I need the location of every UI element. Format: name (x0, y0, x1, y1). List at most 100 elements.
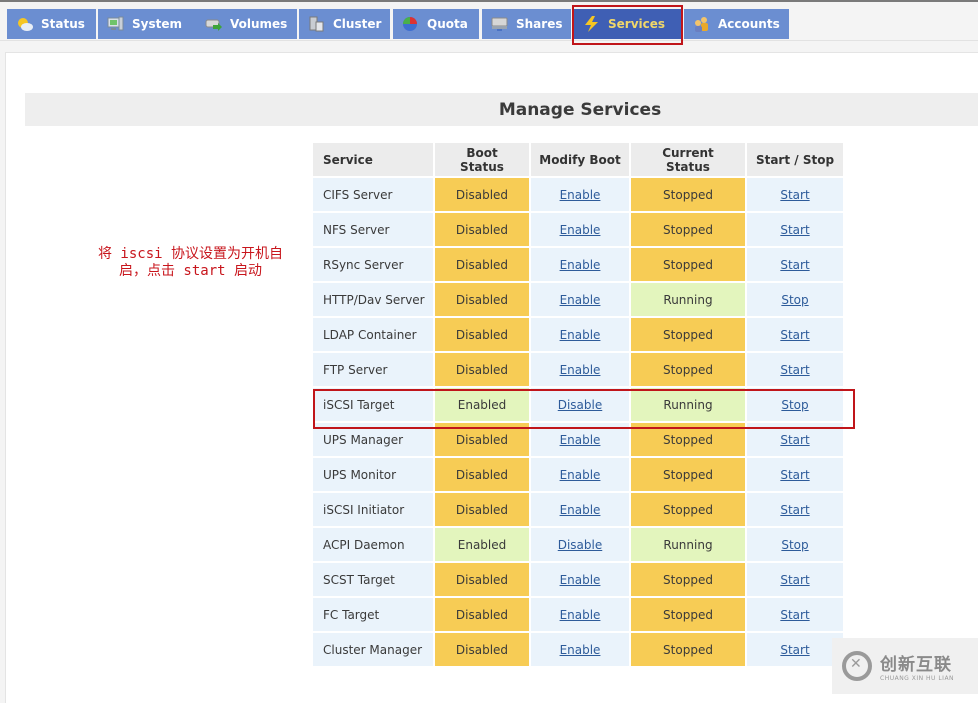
service-name: Cluster Manager (313, 633, 433, 668)
start-stop-link[interactable]: Stop (781, 538, 808, 552)
modify-boot-link[interactable]: Enable (560, 573, 601, 587)
current-status: Stopped (631, 423, 745, 458)
boot-status: Disabled (435, 353, 529, 388)
service-name: FC Target (313, 598, 433, 633)
tab-label: Status (41, 17, 85, 31)
table-row: RSync Server Disabled Enable Stopped Start (313, 248, 843, 283)
table-row: LDAP Container Disabled Enable Stopped Start (313, 318, 843, 353)
service-name: SCST Target (313, 563, 433, 598)
nav-tab-bar: Status System Volumes Cluster Quota Shar… (0, 2, 978, 41)
start-stop-cell: Start (747, 563, 843, 598)
start-stop-cell: Stop (747, 388, 843, 423)
modify-boot-link[interactable]: Disable (558, 538, 603, 552)
service-name: CIFS Server (313, 178, 433, 213)
modify-boot-link[interactable]: Enable (560, 223, 601, 237)
boot-status: Disabled (435, 178, 529, 213)
pie-chart-icon (402, 16, 419, 32)
modify-boot-link[interactable]: Enable (560, 293, 601, 307)
modify-boot-cell: Enable (531, 213, 629, 248)
page-title-bar: Manage Services (25, 93, 978, 126)
annotation-note: 将 iscsi 协议设置为开机自 启，点击 start 启动 (88, 246, 293, 280)
tab-shares[interactable]: Shares (482, 9, 571, 39)
start-stop-cell: Start (747, 353, 843, 388)
start-stop-link[interactable]: Stop (781, 398, 808, 412)
page-title: Manage Services (498, 99, 662, 120)
start-stop-link[interactable]: Start (780, 608, 809, 622)
tab-label: Cluster (333, 17, 382, 31)
table-row: Cluster Manager Disabled Enable Stopped Star… (313, 633, 843, 668)
current-status: Stopped (631, 458, 745, 493)
modify-boot-cell: Enable (531, 353, 629, 388)
tab-label: Shares (516, 17, 563, 31)
table-row: iSCSI Target Enabled Disable Running Stop (313, 388, 843, 423)
modify-boot-cell: Disable (531, 528, 629, 563)
current-status: Running (631, 388, 745, 423)
table-row: NFS Server Disabled Enable Stopped Start (313, 213, 843, 248)
tab-quota[interactable]: Quota (393, 9, 479, 39)
table-row: FTP Server Disabled Enable Stopped Start (313, 353, 843, 388)
annotation-line-1: 将 iscsi 协议设置为开机自 (97, 246, 283, 262)
table-row: iSCSI Initiator Disabled Enable Stopped Star… (313, 493, 843, 528)
start-stop-link[interactable]: Stop (781, 293, 808, 307)
header-boot-status: Boot Status (435, 143, 529, 178)
modify-boot-link[interactable]: Enable (560, 433, 601, 447)
start-stop-link[interactable]: Start (780, 258, 809, 272)
start-stop-link[interactable]: Start (780, 223, 809, 237)
tab-accounts[interactable]: Accounts (684, 9, 789, 39)
boot-status: Disabled (435, 423, 529, 458)
modify-boot-link[interactable]: Enable (560, 643, 601, 657)
tab-cluster[interactable]: Cluster (299, 9, 390, 39)
tab-label: Quota (427, 17, 468, 31)
start-stop-cell: Start (747, 458, 843, 493)
drive-arrow-icon (205, 16, 222, 32)
modify-boot-cell: Disable (531, 388, 629, 423)
modify-boot-cell: Enable (531, 318, 629, 353)
start-stop-cell: Start (747, 213, 843, 248)
current-status: Stopped (631, 633, 745, 668)
service-name: UPS Monitor (313, 458, 433, 493)
start-stop-link[interactable]: Start (780, 188, 809, 202)
tab-system[interactable]: System (98, 9, 197, 39)
table-row: CIFS Server Disabled Enable Stopped Start (313, 178, 843, 213)
tab-label: Accounts (718, 17, 780, 31)
start-stop-cell: Start (747, 178, 843, 213)
current-status: Stopped (631, 598, 745, 633)
current-status: Running (631, 528, 745, 563)
modify-boot-link[interactable]: Disable (558, 398, 603, 412)
modify-boot-link[interactable]: Enable (560, 258, 601, 272)
start-stop-link[interactable]: Start (780, 363, 809, 377)
modify-boot-link[interactable]: Enable (560, 328, 601, 342)
tab-volumes[interactable]: Volumes (196, 9, 297, 39)
modify-boot-link[interactable]: Enable (560, 468, 601, 482)
current-status: Stopped (631, 563, 745, 598)
start-stop-link[interactable]: Start (780, 503, 809, 517)
start-stop-link[interactable]: Start (780, 468, 809, 482)
header-service: Service (313, 143, 433, 178)
current-status: Stopped (631, 353, 745, 388)
modify-boot-link[interactable]: Enable (560, 363, 601, 377)
modify-boot-cell: Enable (531, 423, 629, 458)
start-stop-cell: Start (747, 318, 843, 353)
watermark-logo-icon (842, 651, 872, 681)
tab-label: Services (608, 17, 666, 31)
boot-status: Disabled (435, 563, 529, 598)
current-status: Stopped (631, 493, 745, 528)
service-name: iSCSI Target (313, 388, 433, 423)
table-row: ACPI Daemon Enabled Disable Running Stop (313, 528, 843, 563)
start-stop-link[interactable]: Start (780, 433, 809, 447)
service-name: iSCSI Initiator (313, 493, 433, 528)
table-row: UPS Monitor Disabled Enable Stopped Start (313, 458, 843, 493)
start-stop-link[interactable]: Start (780, 643, 809, 657)
lightning-bolt-icon (583, 16, 600, 32)
current-status: Stopped (631, 318, 745, 353)
modify-boot-link[interactable]: Enable (560, 188, 601, 202)
start-stop-link[interactable]: Start (780, 328, 809, 342)
start-stop-cell: Start (747, 598, 843, 633)
header-modify-boot: Modify Boot (531, 143, 629, 178)
tab-services[interactable]: Services (574, 9, 681, 39)
start-stop-link[interactable]: Start (780, 573, 809, 587)
modify-boot-cell: Enable (531, 598, 629, 633)
tab-status[interactable]: Status (7, 9, 96, 39)
modify-boot-link[interactable]: Enable (560, 608, 601, 622)
modify-boot-link[interactable]: Enable (560, 503, 601, 517)
